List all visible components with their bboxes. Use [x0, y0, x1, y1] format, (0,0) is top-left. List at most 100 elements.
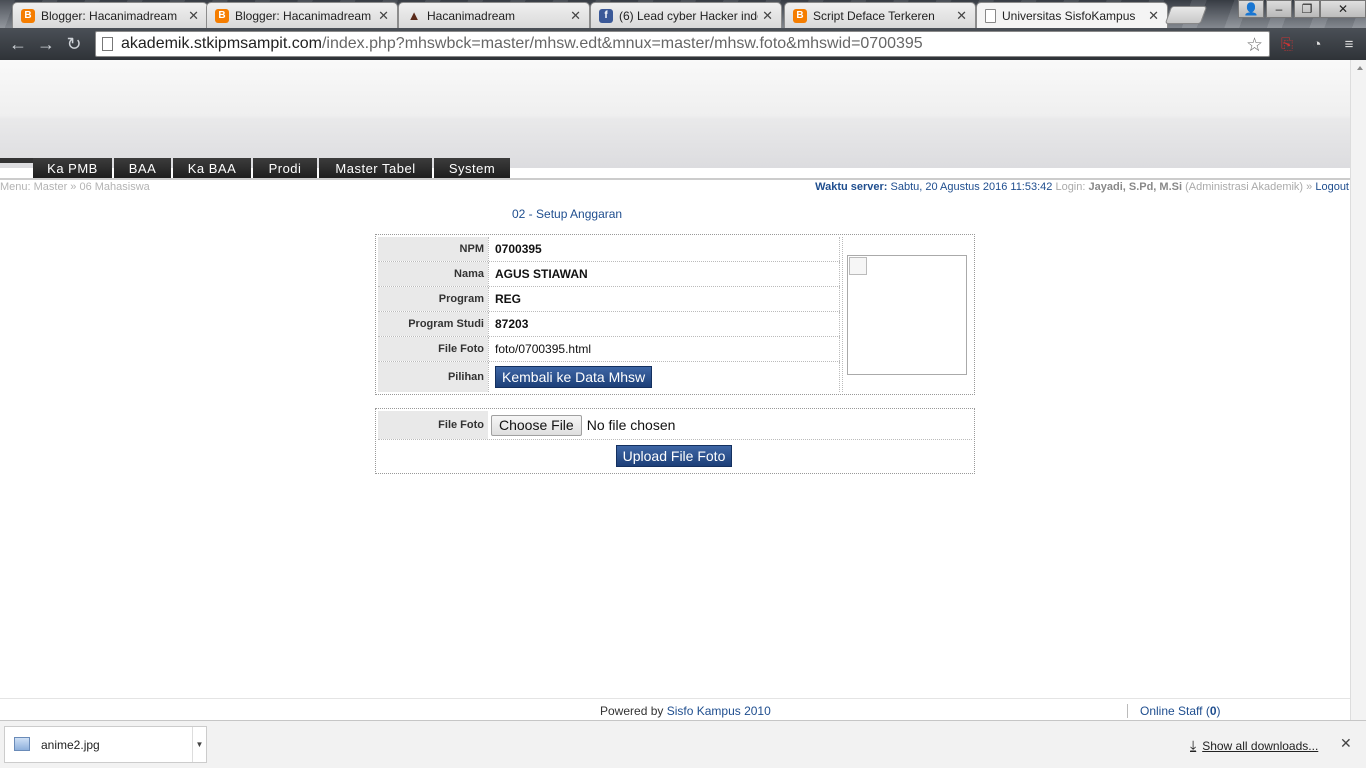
- menu-item-ka-pmb[interactable]: Ka PMB: [33, 158, 112, 178]
- browser-tab-2[interactable]: B Blogger: Hacanimadream ✕: [206, 2, 398, 28]
- row-value: AGUS STIAWAN: [488, 262, 840, 286]
- row-label: Pilihan: [378, 362, 488, 392]
- address-bar[interactable]: akademik.stkipmsampit.com/index.php?mhsw…: [95, 31, 1270, 57]
- server-time: Sabtu, 20 Agustus 2016 11:53:42: [890, 181, 1053, 193]
- download-arrow-icon: ⤓: [1190, 737, 1197, 753]
- row-program: Program REG: [378, 287, 840, 312]
- browser-tab-4[interactable]: f (6) Lead cyber Hacker indo ✕: [590, 2, 782, 28]
- tab-title: Universitas SisfoKampus: [1002, 8, 1136, 23]
- blogger-icon: B: [793, 8, 807, 23]
- server-time-label: Waktu server:: [815, 181, 888, 193]
- choose-file-button[interactable]: Choose File: [491, 414, 582, 436]
- close-downloads-icon[interactable]: ✕: [1340, 735, 1352, 752]
- image-file-icon: [14, 737, 30, 751]
- minimize-button[interactable]: –: [1266, 0, 1292, 18]
- breadcrumb: Menu: Master » 06 Mahasiswa: [0, 181, 150, 193]
- tab-title: Blogger: Hacanimadream: [235, 8, 372, 23]
- tab-close-icon[interactable]: ✕: [956, 8, 967, 24]
- student-info-panel: NPM 0700395 Nama AGUS STIAWAN Program RE…: [375, 234, 975, 395]
- download-file-name: anime2.jpg: [41, 738, 100, 752]
- row-file-foto: File Foto foto/0700395.html: [378, 337, 840, 362]
- online-staff[interactable]: Online Staff (0): [1127, 704, 1221, 718]
- show-all-downloads-link[interactable]: ⤓ Show all downloads...: [1190, 737, 1318, 754]
- separator: »: [1306, 181, 1313, 193]
- pdf-extension-icon[interactable]: ⎘: [1276, 34, 1298, 54]
- tab-close-icon[interactable]: ✕: [570, 8, 581, 24]
- file-input: Choose File No file chosen: [488, 411, 972, 439]
- tab-close-icon[interactable]: ✕: [188, 8, 199, 24]
- menu-divider: [0, 178, 1350, 180]
- row-nama: Nama AGUS STIAWAN: [378, 262, 840, 287]
- main-menu: Ka PMB BAA Ka BAA Prodi Master Tabel Sys…: [0, 158, 512, 178]
- tab-title: Blogger: Hacanimadream: [41, 8, 178, 23]
- row-value: REG: [488, 287, 840, 311]
- page-scrollbar[interactable]: [1350, 60, 1366, 720]
- menu-item-system[interactable]: System: [434, 158, 510, 178]
- menu-item-baa[interactable]: BAA: [114, 158, 171, 178]
- download-item[interactable]: anime2.jpg ▼: [4, 726, 207, 763]
- url-path: /index.php?mhswbck=master/mhsw.edt&mnux=…: [321, 35, 923, 52]
- reload-icon[interactable]: ↻: [62, 33, 86, 55]
- upload-label: File Foto: [378, 411, 488, 439]
- tab-title: (6) Lead cyber Hacker indo: [619, 8, 759, 23]
- browser-tab-1[interactable]: B Blogger: Hacanimadream ✕: [12, 2, 208, 28]
- url-domain: akademik.stkipmsampit.com: [121, 35, 322, 52]
- new-tab-button[interactable]: [1164, 6, 1208, 24]
- url-text: akademik.stkipmsampit.com/index.php?mhsw…: [121, 35, 923, 53]
- row-label: NPM: [378, 237, 488, 261]
- page-subtitle[interactable]: 02 - Setup Anggaran: [512, 207, 622, 221]
- restore-button[interactable]: ❐: [1294, 0, 1320, 18]
- photo-cell: [842, 237, 972, 392]
- row-label: File Foto: [378, 337, 488, 361]
- upload-row: File Foto Choose File No file chosen: [378, 411, 972, 440]
- online-staff-count: 0: [1209, 704, 1217, 718]
- web-page: Ka PMB BAA Ka BAA Prodi Master Tabel Sys…: [0, 60, 1350, 720]
- page-icon: [102, 37, 113, 51]
- upload-panel: File Foto Choose File No file chosen Upl…: [375, 408, 975, 474]
- upload-file-button[interactable]: Upload File Foto: [615, 445, 733, 467]
- server-info: Waktu server: Sabtu, 20 Agustus 2016 11:…: [815, 181, 1349, 193]
- tab-close-icon[interactable]: ✕: [762, 8, 773, 24]
- browser-tab-active[interactable]: Universitas SisfoKampus ✕: [976, 2, 1168, 28]
- logout-link[interactable]: Logout: [1315, 181, 1349, 193]
- tab-close-icon[interactable]: ✕: [378, 8, 389, 24]
- browser-tab-3[interactable]: ▲ Hacanimadream ✕: [398, 2, 590, 28]
- browser-toolbar: ← → ↻ akademik.stkipmsampit.com/index.ph…: [0, 28, 1366, 60]
- menu-lead-bar: [0, 158, 33, 163]
- blogger-icon: B: [215, 8, 229, 23]
- forward-arrow-icon[interactable]: →: [34, 33, 58, 55]
- menu-icon[interactable]: ≡: [1338, 34, 1360, 54]
- profile-icon[interactable]: 👤: [1238, 0, 1264, 18]
- menu-item-master-tabel[interactable]: Master Tabel: [319, 158, 432, 178]
- tab-title: Script Deface Terkeren: [813, 8, 935, 23]
- menu-item-prodi[interactable]: Prodi: [253, 158, 317, 178]
- browser-tab-5[interactable]: B Script Deface Terkeren ✕: [784, 2, 976, 28]
- row-value: 87203: [488, 312, 840, 336]
- row-value: 0700395: [488, 237, 840, 261]
- page-icon: [985, 8, 996, 23]
- login-label: Login:: [1055, 181, 1086, 193]
- back-arrow-icon[interactable]: ←: [6, 33, 30, 55]
- student-photo-broken-image: [847, 255, 967, 375]
- facebook-icon: f: [599, 8, 613, 23]
- witch-hat-icon: ▲: [407, 8, 421, 23]
- upload-submit-row: Upload File Foto: [376, 445, 972, 469]
- window-close-button[interactable]: ✕: [1320, 0, 1366, 18]
- row-value: foto/0700395.html: [488, 337, 840, 361]
- powered-prefix: Powered by: [600, 704, 664, 718]
- powered-by: Powered by Sisfo Kampus 2010: [600, 704, 771, 718]
- show-all-downloads-label: Show all downloads...: [1202, 738, 1319, 753]
- speed-dial-icon[interactable]: ◔: [1306, 34, 1328, 54]
- row-label: Nama: [378, 262, 488, 286]
- login-name: Jayadi, S.Pd, M.Si: [1088, 181, 1183, 193]
- back-to-student-data-button[interactable]: Kembali ke Data Mhsw: [495, 366, 653, 388]
- menu-item-ka-baa[interactable]: Ka BAA: [173, 158, 251, 178]
- tab-close-icon[interactable]: ✕: [1148, 8, 1159, 24]
- row-program-studi: Program Studi 87203: [378, 312, 840, 337]
- row-label: Program Studi: [378, 312, 488, 336]
- bookmark-star-icon[interactable]: ☆: [1246, 34, 1263, 57]
- download-menu-icon[interactable]: ▼: [192, 727, 206, 762]
- downloads-bar: anime2.jpg ▼ ⤓ Show all downloads... ✕: [0, 720, 1366, 768]
- row-npm: NPM 0700395: [378, 237, 840, 262]
- sisfo-kampus-link[interactable]: Sisfo Kampus 2010: [667, 704, 771, 718]
